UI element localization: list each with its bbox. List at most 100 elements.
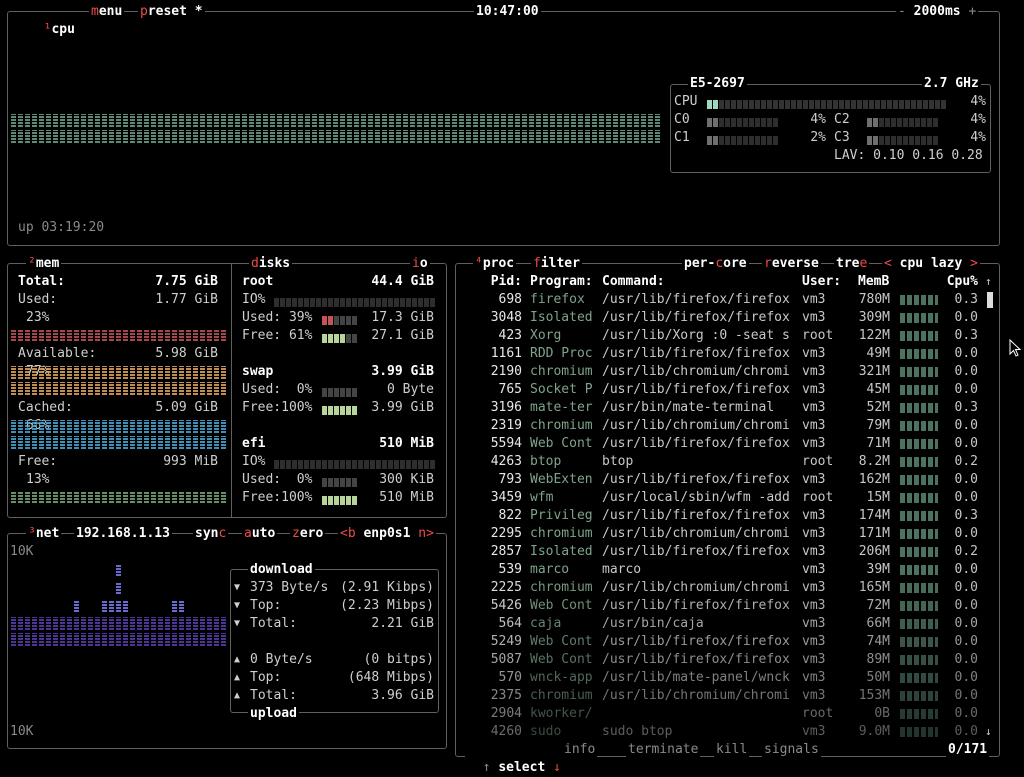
table-row[interactable]: 793 WebExten/usr/lib/firefox/firefox vm3 16…	[458, 471, 980, 489]
cpu-graph-cell	[193, 114, 198, 127]
cpu-graph-cell	[18, 114, 23, 127]
proc-sort-selector[interactable]: < cpu lazy >	[882, 255, 980, 273]
mem-cached-cell	[74, 420, 79, 433]
header-program[interactable]: Program:	[530, 273, 593, 291]
proc-filter-button[interactable]: filter	[531, 255, 582, 273]
cpu-menu-button[interactable]: menu	[89, 3, 125, 21]
table-row[interactable]: 765 Socket P/usr/lib/firefox/firefox vm3 45…	[458, 381, 980, 399]
scroll-down-arrow-icon[interactable]: ↓	[985, 723, 992, 741]
cpu-graph-cell	[130, 114, 135, 127]
net-upload-cell	[165, 617, 170, 630]
header-mem[interactable]: MemB	[858, 273, 889, 291]
mem-cached-cell	[95, 420, 100, 433]
proc-info-button[interactable]: info	[562, 741, 598, 759]
table-row[interactable]: 2190 chromium/usr/lib/chromium/chromi vm3 3…	[458, 363, 980, 381]
scrollbar-thumb[interactable]	[987, 292, 993, 308]
mem-free-cell	[25, 492, 30, 503]
table-row[interactable]: 4260 sudo sudo btop vm3 9.0M 0.0	[458, 723, 980, 741]
disk-io-segment	[388, 460, 393, 469]
core-segment	[719, 136, 724, 145]
interval-value: 2000ms	[913, 4, 961, 19]
net-sync-toggle[interactable]: sync	[193, 525, 229, 543]
table-row[interactable]: 2857 Isolated/usr/lib/firefox/firefox vm3 2…	[458, 543, 980, 561]
proc-tree-toggle[interactable]: tree	[834, 255, 870, 273]
table-row[interactable]: 570 wnck-app/usr/lib/mate-panel/wnck vm3 50…	[458, 669, 980, 687]
cpu-graph-cell	[585, 130, 590, 143]
cpu-total-segment	[767, 100, 772, 109]
cell-pid: 423	[498, 328, 522, 343]
table-row[interactable]: 3196 mate-ter/usr/bin/mate-terminal vm3 52M…	[458, 399, 980, 417]
table-row[interactable]: 4263 btop btop root 8.2M 0.2	[458, 453, 980, 471]
cpu-graph-cell	[487, 114, 492, 127]
cpu-graph-cell	[340, 130, 345, 143]
disk-io-segment	[376, 460, 381, 469]
cpu-mini-graph	[900, 637, 938, 647]
cpu-graph-cell	[389, 114, 394, 127]
disk-free-segment	[322, 334, 327, 343]
proc-percore-toggle[interactable]: per-core	[682, 255, 749, 273]
cell-pid: 5426	[490, 598, 522, 613]
disks-io-toggle[interactable]: io	[410, 255, 430, 273]
mem-available-cell	[130, 382, 135, 395]
table-row[interactable]: 1161 RDD Proc/usr/lib/firefox/firefox vm3 4…	[458, 345, 980, 363]
proc-reverse-toggle[interactable]: reverse	[762, 255, 821, 273]
interval-control[interactable]: - 2000ms +	[896, 3, 979, 21]
disk-io-segment	[382, 460, 387, 469]
table-row[interactable]: 423 Xorg/usr/lib/Xorg :0 -seat s root 122M 0…	[458, 327, 980, 345]
table-row[interactable]: 2295 chromium/usr/lib/chromium/chromi vm3 1…	[458, 525, 980, 543]
disk-root-free: 27.1 GiB	[371, 328, 434, 343]
net-interface-selector[interactable]: <b enp0s1 n>	[338, 525, 436, 543]
cell-command: /usr/lib/Xorg :0 -seat s	[602, 328, 790, 343]
net-auto-toggle[interactable]: auto	[242, 525, 278, 543]
cell-mem: 79M	[866, 418, 890, 433]
mem-available-cell	[60, 382, 65, 395]
table-row[interactable]: 3459 wfm/usr/local/sbin/wfm -add root 15M 0.…	[458, 489, 980, 507]
table-row[interactable]: 5426 Web Cont/usr/lib/firefox/firefox vm3 7…	[458, 597, 980, 615]
core-segment	[737, 136, 742, 145]
cpu-preset-button[interactable]: preset *	[138, 3, 205, 21]
cell-command: /usr/lib/firefox/firefox	[602, 436, 790, 451]
mem-available-cell	[130, 366, 135, 379]
proc-signals-button[interactable]: signals	[762, 741, 821, 759]
net-upload-cell	[109, 633, 114, 646]
scroll-up-arrow-icon[interactable]: ↑	[985, 273, 992, 291]
table-row[interactable]: 5087 Web Cont/usr/lib/firefox/firefox vm3 8…	[458, 651, 980, 669]
table-row[interactable]: 698 firefox/usr/lib/firefox/firefox vm3 780…	[458, 291, 980, 309]
header-command[interactable]: Command:	[602, 273, 665, 291]
table-row[interactable]: 2225 chromium/usr/lib/chromium/chromi vm3 1…	[458, 579, 980, 597]
table-row[interactable]: 2375 chromium/usr/lib/chromium/chromi vm3 1…	[458, 687, 980, 705]
cpu-graph-cell	[354, 130, 359, 143]
disk-io-segment	[304, 298, 309, 307]
cpu-graph-cell	[606, 130, 611, 143]
table-row[interactable]: 822 Privileg/usr/lib/firefox/firefox vm3 17…	[458, 507, 980, 525]
net-zero-toggle[interactable]: zero	[290, 525, 326, 543]
cpu-graph-cell	[466, 114, 471, 127]
proc-kill-button[interactable]: kill	[714, 741, 750, 759]
cpu-graph-cell	[326, 114, 331, 127]
cell-pid: 793	[498, 472, 522, 487]
disks-title[interactable]: disks	[249, 255, 293, 273]
cpu-graph-cell	[431, 114, 436, 127]
table-row[interactable]: 564 caja/usr/bin/caja vm3 66M 0.0	[458, 615, 980, 633]
table-row[interactable]: 2904 kworker/root 0B 0.0	[458, 705, 980, 723]
cpu-graph-cell	[60, 114, 65, 127]
cell-pid: 3048	[490, 310, 522, 325]
core-segment	[873, 118, 878, 127]
table-row[interactable]: 3048 Isolated/usr/lib/firefox/firefox vm3 3…	[458, 309, 980, 327]
table-row[interactable]: 539 marco marco vm3 39M 0.0	[458, 561, 980, 579]
cell-pid: 570	[498, 670, 522, 685]
cpu-mini-graph	[900, 601, 938, 611]
mem-cached-cell	[67, 436, 72, 449]
mem-available-cell	[172, 382, 177, 395]
table-row[interactable]: 2319 chromium/usr/lib/chromium/chromi vm3 7…	[458, 417, 980, 435]
header-cpu[interactable]: Cpu%	[930, 273, 978, 291]
proc-terminate-button[interactable]: terminate	[626, 741, 701, 759]
header-user[interactable]: User:	[802, 273, 841, 291]
interval-minus-button[interactable]: -	[898, 4, 906, 19]
interval-plus-button[interactable]: +	[968, 4, 976, 19]
table-row[interactable]: 5594 Web Cont/usr/lib/firefox/firefox vm3 7…	[458, 435, 980, 453]
cpu-graph-cell	[88, 114, 93, 127]
net-download-graph	[11, 546, 227, 612]
table-row[interactable]: 5249 Web Cont/usr/lib/firefox/firefox vm3 7…	[458, 633, 980, 651]
header-pid[interactable]: Pid:	[470, 273, 522, 291]
